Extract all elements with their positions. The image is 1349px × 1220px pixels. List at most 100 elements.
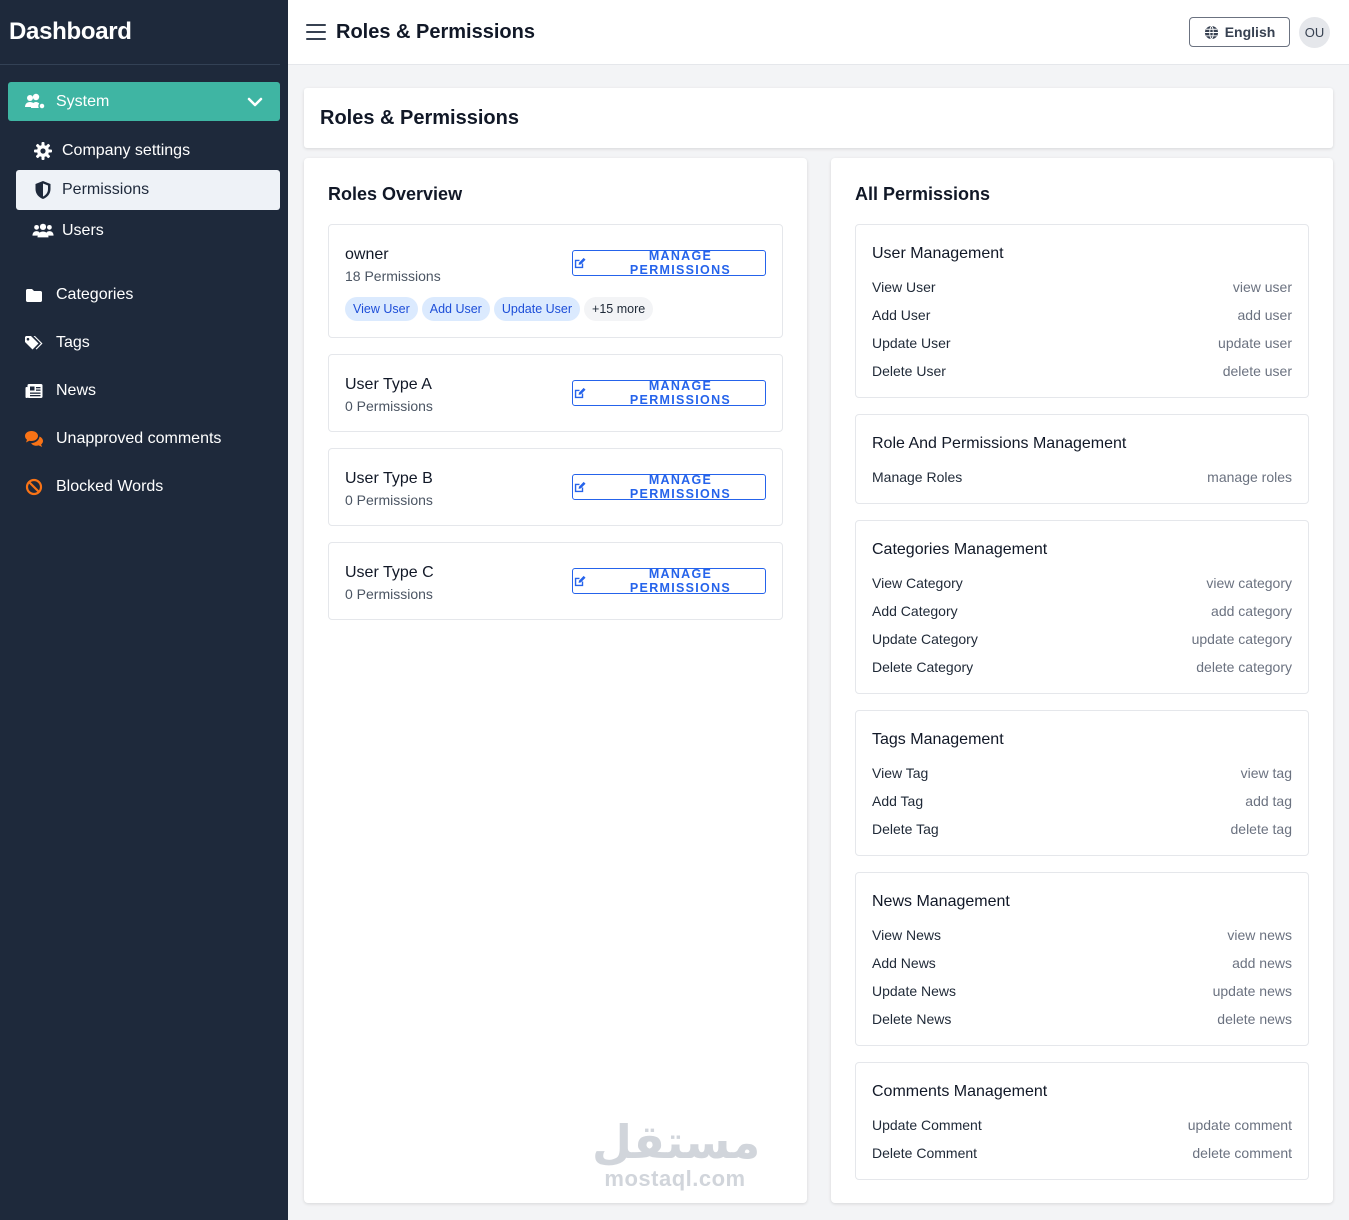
permission-key: update comment: [1187, 1117, 1292, 1133]
permission-name: Delete Category: [872, 659, 974, 675]
sidebar-item-users[interactable]: Users: [16, 211, 280, 251]
sidebar-item-label: Tags: [56, 334, 90, 351]
permission-key: add tag: [1245, 793, 1292, 809]
sidebar-group-label: System: [56, 92, 110, 110]
permission-group-role-management: Role And Permissions Management Manage R…: [855, 414, 1309, 504]
permission-group-title: Tags Management: [872, 731, 1004, 748]
manage-permissions-button[interactable]: MANAGE PERMISSIONS: [572, 567, 766, 595]
permission-row: Delete User delete user: [872, 363, 1292, 383]
role-permission-count: 0 Permissions: [345, 586, 433, 602]
permission-chip: Update User: [493, 297, 581, 321]
avatar[interactable]: OU: [1299, 17, 1330, 48]
permission-key: view news: [1227, 927, 1292, 943]
comments-icon: [24, 430, 44, 448]
permission-row: Add User add user: [872, 307, 1292, 327]
roles-overview-heading: Roles Overview: [328, 184, 463, 204]
edit-icon: [574, 387, 586, 398]
permission-name: Update User: [872, 335, 951, 351]
role-permission-count: 0 Permissions: [345, 398, 433, 414]
manage-permissions-label: MANAGE PERMISSIONS: [629, 249, 732, 277]
gear-icon: [32, 141, 54, 161]
edit-icon: [574, 481, 586, 492]
users-cog-icon: [24, 93, 46, 111]
permission-key: view category: [1206, 575, 1292, 591]
permission-row: Manage Roles manage roles: [872, 469, 1292, 489]
edit-icon: [574, 257, 586, 268]
all-permissions-panel: All Permissions User Management View Use…: [831, 158, 1333, 1203]
sidebar-item-permissions[interactable]: Permissions: [16, 170, 280, 210]
role-name: owner: [345, 246, 389, 263]
manage-permissions-label: MANAGE PERMISSIONS: [629, 473, 732, 501]
permission-row: Add Category add category: [872, 603, 1292, 623]
globe-icon: [1204, 25, 1218, 39]
shield-icon: [32, 180, 54, 200]
permission-name: Delete Tag: [872, 821, 939, 837]
permission-key: add category: [1211, 603, 1292, 619]
sidebar-item-company-settings[interactable]: Company settings: [16, 131, 280, 171]
manage-permissions-button[interactable]: MANAGE PERMISSIONS: [572, 379, 766, 407]
permission-group-categories-management: Categories Management View Category view …: [855, 520, 1309, 694]
ban-icon: [24, 478, 44, 496]
manage-permissions-button[interactable]: MANAGE PERMISSIONS: [572, 249, 766, 277]
permission-chip: View User: [345, 297, 418, 321]
sidebar-item-blocked-words[interactable]: Blocked Words: [24, 472, 163, 502]
permission-row: View User view user: [872, 279, 1292, 299]
permission-group-title: User Management: [872, 245, 1004, 262]
menu-toggle-icon[interactable]: [306, 24, 326, 40]
role-permission-count: 18 Permissions: [345, 268, 441, 284]
permission-row: View Tag view tag: [872, 765, 1292, 785]
newspaper-icon: [24, 383, 44, 399]
permission-name: View Tag: [872, 765, 929, 781]
more-permissions-chip: +15 more: [584, 297, 654, 321]
topbar-title: Roles & Permissions: [336, 20, 535, 43]
permission-key: manage roles: [1207, 469, 1292, 485]
permission-chip: Add User: [421, 297, 490, 321]
manage-permissions-button[interactable]: MANAGE PERMISSIONS: [572, 473, 766, 501]
permission-name: Add User: [872, 307, 931, 323]
permission-key: update news: [1212, 983, 1292, 999]
role-name: User Type C: [345, 564, 434, 581]
permission-key: delete tag: [1230, 821, 1293, 837]
sidebar-item-unapproved-comments[interactable]: Unapproved comments: [24, 424, 221, 454]
permission-name: Manage Roles: [872, 469, 963, 485]
permission-name: View News: [872, 927, 941, 943]
watermark-arabic: مستقل: [592, 1115, 761, 1169]
permission-row: Delete Comment delete comment: [872, 1145, 1292, 1165]
language-button[interactable]: English: [1189, 17, 1290, 47]
permission-group-title: Role And Permissions Management: [872, 435, 1127, 452]
role-card-user-type-b: User Type B 0 Permissions MANAGE PERMISS…: [328, 448, 783, 526]
permission-group-comments-management: Comments Management Update Comment update…: [855, 1062, 1309, 1180]
tags-icon: [24, 335, 44, 351]
all-permissions-heading: All Permissions: [855, 184, 991, 204]
permission-key: update category: [1191, 631, 1292, 647]
permission-chips: View User Add User Update User +15 more: [345, 297, 654, 321]
sidebar-group-system[interactable]: System: [8, 82, 280, 121]
manage-permissions-label: MANAGE PERMISSIONS: [629, 567, 732, 595]
roles-overview-panel: Roles Overview owner 18 Permissions MANA…: [304, 158, 807, 1203]
permission-name: Delete News: [872, 1011, 952, 1027]
permission-row: View News view news: [872, 927, 1292, 947]
permission-name: Delete Comment: [872, 1145, 978, 1161]
permission-key: delete comment: [1192, 1145, 1292, 1161]
permission-row: Update News update news: [872, 983, 1292, 1003]
sidebar-item-label: Company settings: [62, 142, 191, 159]
permission-key: view tag: [1240, 765, 1292, 781]
role-card-user-type-a: User Type A 0 Permissions MANAGE PERMISS…: [328, 354, 783, 432]
sidebar-item-label: News: [56, 382, 97, 399]
permission-row: Update Comment update comment: [872, 1117, 1292, 1137]
sidebar-item-news[interactable]: News: [24, 376, 96, 406]
sidebar-item-tags[interactable]: Tags: [24, 328, 90, 358]
role-name: User Type B: [345, 470, 433, 487]
users-icon: [32, 222, 54, 240]
sidebar-item-categories[interactable]: Categories: [24, 280, 133, 310]
sidebar-item-label: Users: [62, 222, 104, 239]
permission-key: delete news: [1217, 1011, 1292, 1027]
permission-key: update user: [1218, 335, 1292, 351]
folder-icon: [24, 288, 44, 303]
page-header-card: Roles & Permissions: [304, 88, 1333, 148]
permission-group-user-management: User Management View User view user Add U…: [855, 224, 1309, 398]
language-label: English: [1224, 24, 1276, 40]
permission-row: Add Tag add tag: [872, 793, 1292, 813]
sidebar-item-label: Permissions: [62, 181, 150, 198]
permission-row: View Category view category: [872, 575, 1292, 595]
